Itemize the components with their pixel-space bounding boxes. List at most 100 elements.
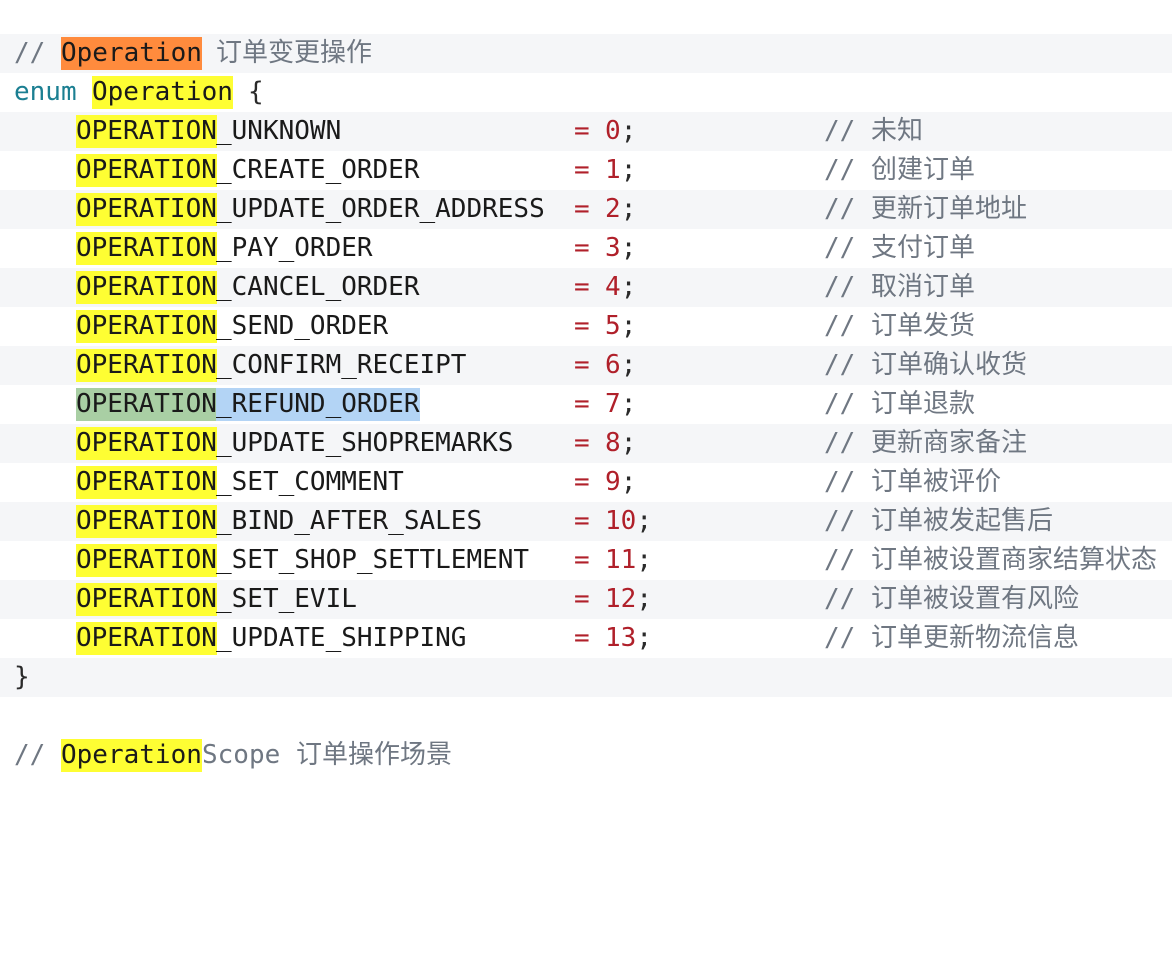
open-brace: { [248, 77, 264, 107]
enum-value: 11 [605, 545, 637, 575]
assign-operator: = [574, 272, 590, 302]
enum-member-name: _CREATE_ORDER [216, 155, 420, 185]
inline-comment: // 订单确认收货 [824, 346, 1027, 385]
comment-slashes: // [824, 467, 871, 497]
comment-slashes: // [824, 194, 871, 224]
comment-text: 订单被评价 [870, 467, 1001, 497]
enum-entry-line: OPERATION _CREATE_ORDER = 1; // 创建订单 [0, 151, 1172, 190]
enum-entry-line: OPERATION _PAY_ORDER = 3; // 支付订单 [0, 229, 1172, 268]
search-match: OPERATION [76, 232, 217, 265]
enum-value: 12 [605, 584, 637, 614]
semicolon: ; [636, 506, 653, 536]
comment-slashes: // [824, 272, 871, 302]
enum-member-name: _REFUND_ORDER [216, 388, 420, 421]
comment-slashes: // [824, 350, 871, 380]
inline-comment: // 未知 [824, 112, 923, 151]
assign-operator: = [574, 311, 590, 341]
comment-text: 未知 [870, 116, 923, 146]
comment-text: 支付订单 [870, 233, 975, 263]
search-match: OPERATION [76, 310, 217, 343]
search-match: Operation [61, 739, 202, 772]
inline-comment: // 取消订单 [824, 268, 975, 307]
search-match: OPERATION [76, 622, 217, 655]
enum-keyword: enum [14, 77, 77, 107]
semicolon: ; [620, 428, 637, 458]
comment-text: 创建订单 [870, 155, 975, 185]
comment-slashes: // [14, 38, 46, 68]
close-brace: } [14, 662, 30, 692]
semicolon: ; [620, 350, 637, 380]
semicolon: ; [620, 116, 637, 146]
enum-member-name: _UNKNOWN [216, 116, 342, 146]
enum-entry-line: OPERATION _SET_SHOP_SETTLEMENT = 11; // 订单被设… [0, 541, 1172, 580]
inline-comment: // 订单被设置商家结算状态 [824, 541, 1157, 580]
enum-value: 0 [605, 116, 621, 146]
code-line-next-comment: // Operation Scope 订单操作场景 [0, 736, 1172, 775]
comment-slashes: // [824, 623, 871, 653]
assign-operator: = [574, 194, 590, 224]
assign-operator: = [574, 155, 590, 185]
search-match: OPERATION [76, 271, 217, 304]
semicolon: ; [636, 545, 653, 575]
comment-slashes: // [14, 740, 46, 770]
code-line-closing-brace: } [0, 658, 1172, 697]
assign-operator: = [574, 467, 590, 497]
assign-operator: = [574, 116, 590, 146]
enum-entry-line: OPERATION _SET_COMMENT = 9; // 订单被评价 [0, 463, 1172, 502]
inline-comment: // 订单被评价 [824, 463, 1001, 502]
comment-slashes: // [824, 506, 871, 536]
search-match: OPERATION [76, 427, 217, 460]
enum-entry-line: OPERATION _SET_EVIL = 12; // 订单被设置有风险 [0, 580, 1172, 619]
enum-member-name: _UPDATE_SHOPREMARKS [216, 428, 514, 458]
selection-highlight: OPERATION [76, 388, 217, 421]
inline-comment: // 更新订单地址 [824, 190, 1027, 229]
comment-slashes: // [824, 584, 871, 614]
search-match: OPERATION [76, 349, 217, 382]
comment-slashes: // [824, 233, 871, 263]
comment-slashes: // [824, 428, 871, 458]
enum-value: 5 [605, 311, 621, 341]
assign-operator: = [574, 350, 590, 380]
enum-value: 10 [605, 506, 637, 536]
enum-entry-line: OPERATION _REFUND_ORDER = 7; // 订单退款 [0, 385, 1172, 424]
comment-slashes: // [824, 155, 871, 185]
enum-member-name: _SEND_ORDER [216, 311, 389, 341]
enum-entry-line: OPERATION _CONFIRM_RECEIPT = 6; // 订单确认收货 [0, 346, 1172, 385]
assign-operator: = [574, 584, 590, 614]
search-match: OPERATION [76, 193, 217, 226]
enum-member-name: _SET_COMMENT [216, 467, 404, 497]
search-match: OPERATION [76, 544, 217, 577]
enum-value: 3 [605, 233, 621, 263]
enum-entry-line: OPERATION _SEND_ORDER = 5; // 订单发货 [0, 307, 1172, 346]
enum-entry-line: OPERATION _BIND_AFTER_SALES = 10; // 订单被发起售后 [0, 502, 1172, 541]
comment-text: 订单被设置商家结算状态 [870, 545, 1157, 575]
comment-text: 更新商家备注 [870, 428, 1027, 458]
comment-text: 订单发货 [870, 311, 975, 341]
enum-member-name: _SET_EVIL [216, 584, 357, 614]
assign-operator: = [574, 233, 590, 263]
enum-member-name: _UPDATE_SHIPPING [216, 623, 467, 653]
code-line-enum-declaration: enum Operation { [0, 73, 1172, 112]
code-line-header-comment: // Operation 订单变更操作 [0, 34, 1172, 73]
semicolon: ; [620, 389, 637, 419]
comment-text: 取消订单 [870, 272, 975, 302]
inline-comment: // 订单退款 [824, 385, 975, 424]
inline-comment: // 支付订单 [824, 229, 975, 268]
semicolon: ; [620, 467, 637, 497]
enum-member-name: _PAY_ORDER [216, 233, 373, 263]
semicolon: ; [620, 311, 637, 341]
comment-text: 更新订单地址 [870, 194, 1027, 224]
enum-value: 2 [605, 194, 621, 224]
enum-value: 8 [605, 428, 621, 458]
enum-entry-line: OPERATION _UPDATE_ORDER_ADDRESS = 2; // 更新订单… [0, 190, 1172, 229]
inline-comment: // 订单发货 [824, 307, 975, 346]
comment-slashes: // [824, 311, 871, 341]
semicolon: ; [620, 272, 637, 302]
semicolon: ; [620, 233, 637, 263]
comment-slashes: // [824, 545, 871, 575]
code-editor[interactable]: // Operation 订单变更操作 enum Operation { OPE… [0, 0, 1172, 772]
assign-operator: = [574, 428, 590, 458]
comment-text: 订单确认收货 [870, 350, 1027, 380]
assign-operator: = [574, 623, 590, 653]
assign-operator: = [574, 389, 590, 419]
